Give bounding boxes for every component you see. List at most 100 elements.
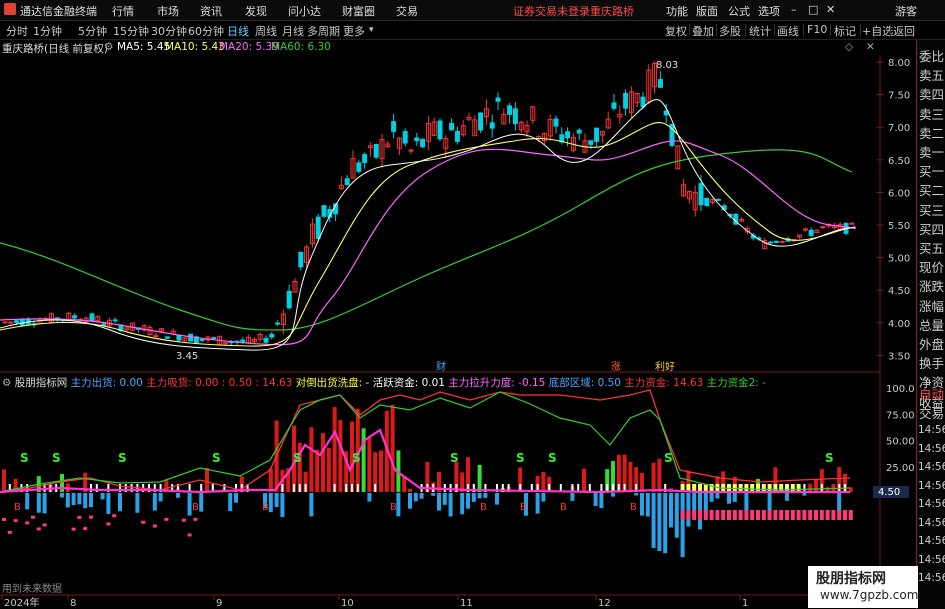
candle-body <box>176 334 182 341</box>
period-1min[interactable]: 1分钟 <box>33 23 62 39</box>
outflow-bar <box>419 493 424 499</box>
menu-quotes[interactable]: 行情 <box>112 3 134 19</box>
period-5min[interactable]: 5分钟 <box>78 23 107 39</box>
menu-discover[interactable]: 发现 <box>245 3 267 19</box>
menu-ask[interactable]: 问小达 <box>288 3 321 19</box>
active-tick <box>298 484 301 492</box>
period-60min[interactable]: 60分钟 <box>188 23 224 39</box>
active-tick <box>200 484 203 492</box>
panel-mode-label[interactable]: 交易 <box>919 403 944 422</box>
period-monthly[interactable]: 月线 <box>282 23 304 39</box>
maximize-icon[interactable]: □ <box>808 3 818 16</box>
kline-chart[interactable]: 8.00 7.50 7.00 6.50 6.00 5.50 5.00 4.50 4.00 3.50… <box>0 56 916 609</box>
candle-body <box>773 240 779 243</box>
trade-login-alert[interactable]: 证券交易未登录 <box>513 3 590 19</box>
sell-signal-marker: S <box>118 451 127 465</box>
collapse-icon[interactable]: ◇ <box>845 41 853 53</box>
capital-bar <box>268 468 273 492</box>
wash-mark <box>77 515 82 519</box>
time-label: 11 <box>460 598 473 609</box>
quote-field-label[interactable]: 总量 <box>919 315 944 334</box>
menu-trade[interactable]: 交易 <box>396 3 418 19</box>
quote-field-label[interactable]: 卖四 <box>919 84 944 103</box>
active-tick <box>374 484 377 492</box>
menu-formula[interactable]: 公式 <box>728 3 750 19</box>
capital-bar <box>657 458 662 492</box>
event-marker-good-news[interactable]: 利好 <box>655 361 675 373</box>
quote-field-label[interactable]: 买三 <box>919 200 944 219</box>
outflow-bar <box>396 493 401 517</box>
candle-body <box>640 96 646 108</box>
menu-news[interactable]: 资讯 <box>200 3 222 19</box>
candle-body <box>269 333 275 338</box>
quote-field-label[interactable]: 卖五 <box>919 65 944 84</box>
event-marker-rise[interactable]: 涨 <box>611 361 621 373</box>
outflow-bar <box>715 493 720 499</box>
menu-function[interactable]: 功能 <box>666 3 688 19</box>
candle-body <box>321 205 327 217</box>
wash-mark <box>106 522 111 526</box>
period-15min[interactable]: 15分钟 <box>113 23 149 39</box>
quote-field-label[interactable]: 卖三 <box>919 104 944 123</box>
outflow-bar <box>413 493 418 502</box>
wash-mark <box>181 518 186 522</box>
period-multi[interactable]: 多周期 <box>307 23 340 39</box>
indicator-tick-label: 75.00 <box>886 410 915 421</box>
menu-options[interactable]: 选项 <box>758 3 780 19</box>
quote-field-label[interactable]: 涨幅 <box>919 296 944 315</box>
period-30min[interactable]: 30分钟 <box>151 23 187 39</box>
quote-field-label[interactable]: 买一 <box>919 161 944 180</box>
back-button[interactable]: 返回 <box>893 23 915 39</box>
tool-mark[interactable]: 标记 <box>834 23 856 39</box>
quote-field-label[interactable]: 外盘 <box>919 334 944 353</box>
close-chart-icon[interactable]: ✕ <box>866 41 875 53</box>
candle-body <box>489 122 495 129</box>
minimize-icon[interactable]: – <box>791 3 797 16</box>
menu-fortune-circle[interactable]: 财富圈 <box>342 3 375 19</box>
tool-overlay[interactable]: 叠加 <box>692 23 714 39</box>
quote-field-label[interactable]: 委比 <box>919 46 944 65</box>
candle-body <box>420 138 426 148</box>
tool-stats[interactable]: 统计 <box>749 23 771 39</box>
high-price-label: 8.03 <box>656 60 678 71</box>
quote-field-label[interactable]: 换手 <box>919 353 944 372</box>
panel-mode-label[interactable]: 自动 <box>919 384 944 403</box>
settings-gear-icon[interactable]: ⚙ <box>104 41 113 53</box>
period-weekly[interactable]: 周线 <box>255 23 277 39</box>
outflow-bar <box>640 493 644 516</box>
tool-adjust[interactable]: 复权 <box>665 23 687 39</box>
event-marker-finance[interactable]: 财 <box>436 360 446 373</box>
wash-mark <box>187 533 192 537</box>
outflow-bar <box>118 493 122 512</box>
add-watchlist-button[interactable]: +自选 <box>862 23 893 39</box>
tool-multi-stock[interactable]: 多股 <box>719 23 741 39</box>
chevron-down-icon[interactable]: ▾ <box>369 25 374 35</box>
tool-draw-line[interactable]: 画线 <box>777 23 799 39</box>
legend-item: 主力资金2: - <box>706 377 766 389</box>
wash-mark <box>42 523 47 527</box>
guest-button[interactable]: 游客 <box>895 3 917 19</box>
quote-field-label[interactable]: 买二 <box>919 180 944 199</box>
close-icon[interactable]: ✕ <box>826 3 835 16</box>
quote-field-label[interactable]: 卖二 <box>919 123 944 142</box>
stock-chart-label: 重庆路桥(日线 前复权) <box>2 43 109 55</box>
quote-field-label[interactable]: 卖一 <box>919 142 944 161</box>
period-daily[interactable]: 日线 <box>227 23 249 39</box>
quote-field-label[interactable]: 现价 <box>919 257 944 276</box>
outflow-bar <box>448 493 453 517</box>
quote-field-label[interactable]: 买五 <box>919 238 944 257</box>
indicator-name[interactable]: 股朋指标网 <box>15 377 68 389</box>
active-tick <box>803 484 806 492</box>
tool-f10[interactable]: F10 <box>807 23 827 36</box>
period-timeshare[interactable]: 分时 <box>6 23 28 39</box>
quote-field-label[interactable]: 涨跌 <box>919 276 944 295</box>
stock-name-tab[interactable]: 重庆路桥 <box>590 3 634 19</box>
menu-market[interactable]: 市场 <box>157 3 179 19</box>
indicator-settings-icon[interactable]: ⚙ <box>2 377 11 389</box>
outflow-bar <box>199 493 204 512</box>
future-data-note: 用到未来数据 <box>2 582 62 595</box>
quote-field-label[interactable]: 买四 <box>919 219 944 238</box>
menu-layout[interactable]: 版面 <box>696 3 718 19</box>
period-more[interactable]: 更多 <box>343 23 365 39</box>
capital-bar <box>205 467 209 492</box>
